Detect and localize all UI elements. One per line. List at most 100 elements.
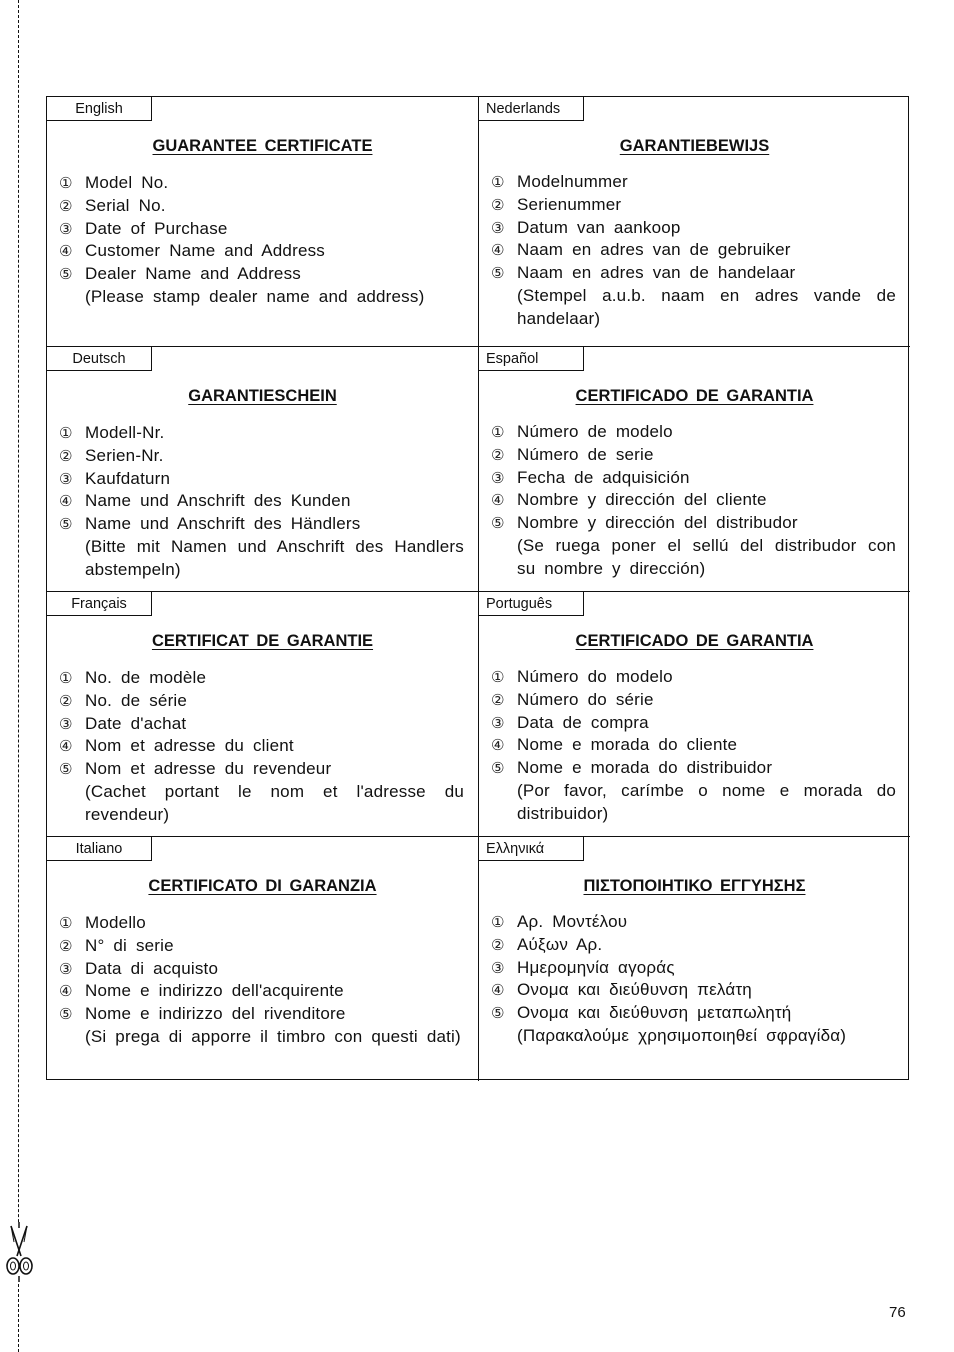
list-item: ④ Ονομα και διεύθυνση πελάτη: [491, 979, 896, 1002]
circled-number-icon: ①: [491, 668, 505, 686]
cut-line: [18, 0, 19, 1352]
field-list: ① Αρ. Μοντέλου ② Αύξων Αρ. ③ Ημερομηνία αγο…: [491, 911, 896, 1048]
list-item: ③ Date d'achat: [59, 713, 464, 736]
list-item: ④ Nome e morada do cliente: [491, 734, 896, 757]
circled-number-icon: ⑤: [59, 515, 73, 534]
stamp-note: (Por favor, carímbe o nome e morada do d…: [517, 780, 896, 823]
list-item: ② Αύξων Αρ.: [491, 934, 896, 957]
list-item: ④ Name und Anschrift des Kunden: [59, 490, 464, 513]
section-ellinika: Ελληνικά ΠΙΣΤΟΠΟΙΗΤΙΚΟ ΕΓΓΥΗΣΗΣ ① Αρ. Μον…: [479, 836, 910, 1081]
circled-number-icon: ③: [59, 219, 73, 238]
list-item: ② Serial No.: [59, 195, 464, 218]
list-item: ① Αρ. Μοντέλου: [491, 911, 896, 934]
circled-number-icon: ④: [491, 981, 505, 1000]
circled-number-icon: ①: [491, 913, 505, 931]
circled-number-icon: ①: [491, 423, 505, 441]
circled-number-icon: ②: [491, 445, 505, 464]
circled-number-icon: ②: [59, 196, 73, 215]
circled-number-icon: ⑤: [59, 265, 73, 284]
list-item: ① Modell-Nr.: [59, 422, 464, 445]
circled-number-icon: ④: [491, 736, 505, 755]
list-item: ② Número de serie: [491, 444, 896, 467]
stamp-note: (Si prega di apporre il timbro con quest…: [85, 1026, 461, 1046]
section-deutsch: Deutsch GARANTIESCHEIN ① Modell-Nr. ② Seri…: [47, 346, 479, 591]
circled-number-icon: ①: [59, 914, 73, 932]
list-item: ② Número do série: [491, 689, 896, 712]
list-item: ⑤ Naam en adres van de handelaar: [491, 262, 896, 285]
circled-number-icon: ④: [59, 492, 73, 511]
circled-number-icon: ③: [59, 959, 73, 978]
list-item: ① Model No.: [59, 172, 464, 195]
list-item: ③ Date of Purchase: [59, 218, 464, 241]
list-item: ⑤ Nome e morada do distribuidor: [491, 757, 896, 780]
guarantee-certificate-grid: English GUARANTEE CERTIFICATE ① Model No.…: [46, 96, 910, 1081]
circled-number-icon: ⑤: [59, 1005, 73, 1024]
list-item: ① No. de modèle: [59, 667, 464, 690]
section-title: CERTIFICADO DE GARANTIA: [575, 387, 814, 405]
list-item: ⑤ Name und Anschrift des Händlers: [59, 513, 464, 536]
section-title: GARANTIESCHEIN: [188, 387, 337, 405]
section-italiano: Italiano CERTIFICATO DI GARANZIA ① Modell…: [47, 836, 479, 1081]
circled-number-icon: ④: [491, 491, 505, 510]
list-item: ⑤ Nom et adresse du revendeur: [59, 758, 464, 781]
stamp-note: (Please stamp dealer name and address): [85, 286, 425, 306]
language-tab: Français: [47, 592, 152, 616]
list-item: ② N° di serie: [59, 935, 464, 958]
section-nederlands: Nederlands GARANTIEBEWIJS ① Modelnummer ②…: [479, 97, 910, 346]
list-item: ④ Nombre y dirección del cliente: [491, 489, 896, 512]
list-item: ③ Data di acquisto: [59, 958, 464, 981]
list-item: ⑤ Nombre y dirección del distribudor: [491, 512, 896, 535]
list-item: ④ Customer Name and Address: [59, 240, 464, 263]
section-english: English GUARANTEE CERTIFICATE ① Model No.…: [47, 97, 479, 346]
list-item: ③ Datum van aankoop: [491, 217, 896, 240]
stamp-note: (Cachet portant le nom et l'adresse du r…: [85, 781, 464, 824]
list-item: ③ Kaufdaturn: [59, 468, 464, 491]
language-tab: Deutsch: [47, 347, 152, 371]
language-tab: Español: [479, 347, 584, 371]
circled-number-icon: ④: [59, 982, 73, 1001]
field-list: ① Modell-Nr. ② Serien-Nr. ③ Kaufdaturn ④ Nam…: [59, 422, 464, 582]
stamp-note: (Bitte mit Namen und Anschrift des Handl…: [85, 536, 464, 579]
language-tab: Português: [479, 592, 584, 616]
section-title: CERTIFICATO DI GARANZIA: [148, 877, 377, 895]
circled-number-icon: ②: [491, 935, 505, 954]
stamp-note: (Stempel a.u.b. naam en adres vande de h…: [517, 285, 896, 328]
circled-number-icon: ①: [59, 174, 73, 192]
section-portugues: Português CERTIFICADO DE GARANTIA ① Númer…: [479, 591, 910, 836]
list-item: ① Número de modelo: [491, 421, 896, 444]
circled-number-icon: ⑤: [59, 760, 73, 779]
circled-number-icon: ②: [59, 936, 73, 955]
section-francais: Français CERTIFICAT DE GARANTIE ① No. de …: [47, 591, 479, 836]
circled-number-icon: ②: [491, 690, 505, 709]
section-title: CERTIFICAT DE GARANTIE: [151, 632, 374, 650]
language-tab: Ελληνικά: [479, 837, 584, 861]
circled-number-icon: ②: [59, 691, 73, 710]
language-tab: Italiano: [47, 837, 152, 861]
list-item: ② Serien-Nr.: [59, 445, 464, 468]
stamp-note: (Se ruega poner el sellú del distribudor…: [517, 535, 896, 578]
list-item: ⑤ Dealer Name and Address: [59, 263, 464, 286]
section-title: GARANTIEBEWIJS: [619, 137, 770, 155]
field-list: ① Modelnummer ② Serienummer ③ Datum van aan…: [491, 171, 896, 331]
list-item: ② Serienummer: [491, 194, 896, 217]
circled-number-icon: ④: [59, 737, 73, 756]
section-title: CERTIFICADO DE GARANTIA: [575, 632, 814, 650]
circled-number-icon: ①: [59, 424, 73, 442]
circled-number-icon: ⑤: [491, 264, 505, 283]
field-list: ① Número de modelo ② Número de serie ③ Fech…: [491, 421, 896, 581]
circled-number-icon: ③: [59, 714, 73, 733]
circled-number-icon: ③: [59, 469, 73, 488]
section-title: GUARANTEE CERTIFICATE: [152, 137, 373, 155]
field-list: ① Modello ② N° di serie ③ Data di acquisto …: [59, 912, 464, 1049]
circled-number-icon: ③: [491, 958, 505, 977]
language-tab: English: [47, 97, 152, 121]
list-item: ③ Ημερομηνία αγοράς: [491, 957, 896, 980]
list-item: ② No. de série: [59, 690, 464, 713]
circled-number-icon: ⑤: [491, 1004, 505, 1023]
section-espanol: Español CERTIFICADO DE GARANTIA ① Número …: [479, 346, 910, 591]
circled-number-icon: ⑤: [491, 514, 505, 533]
circled-number-icon: ①: [491, 173, 505, 191]
list-item: ③ Fecha de adquisición: [491, 467, 896, 490]
scissors-icon: [6, 1222, 33, 1282]
field-list: ① No. de modèle ② No. de série ③ Date d'ach…: [59, 667, 464, 827]
